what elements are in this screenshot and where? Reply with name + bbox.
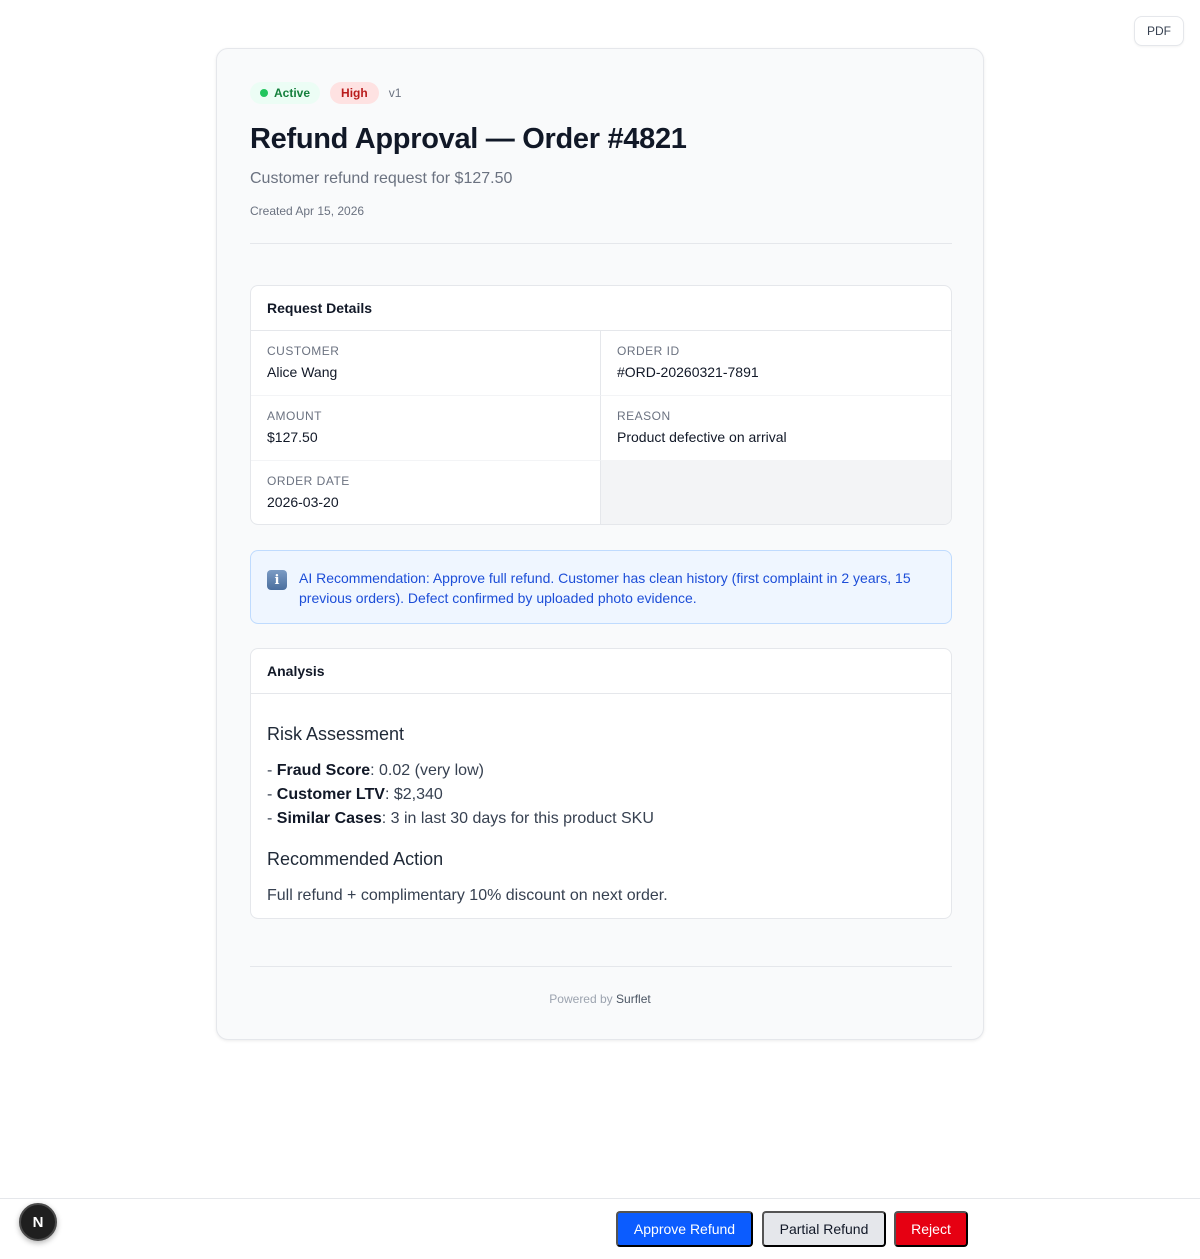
powered-by: Powered by Surflet <box>217 992 983 1006</box>
bullet-prefix: - <box>267 810 277 827</box>
divider <box>250 966 952 967</box>
risk-heading: Risk Assessment <box>267 724 405 744</box>
reject-button[interactable]: Reject <box>894 1211 968 1247</box>
analysis-panel: Analysis Risk Assessment - Fraud Score: … <box>250 648 952 919</box>
field-order-date: Order Date 2026-03-20 <box>251 461 601 524</box>
priority-badge: High <box>330 82 379 104</box>
field-label: Order ID <box>617 344 680 358</box>
section-heading: Analysis <box>251 649 951 694</box>
bullet-prefix: - <box>267 786 277 803</box>
risk-item: - Fraud Score: 0.02 (very low) <box>267 759 935 783</box>
action-bar <box>0 1198 1200 1259</box>
field-label: Customer <box>267 344 340 358</box>
partial-refund-button[interactable]: Partial Refund <box>762 1211 886 1247</box>
bullet-prefix: - <box>267 762 277 779</box>
info-icon: i <box>267 570 287 590</box>
risk-item: - Customer LTV: $2,340 <box>267 783 935 807</box>
field-value: 2026-03-20 <box>267 494 339 510</box>
analysis-body: Risk Assessment - Fraud Score: 0.02 (ver… <box>251 694 951 908</box>
field-value: Alice Wang <box>267 364 338 380</box>
field-label: Amount <box>267 409 322 423</box>
details-grid: Customer Alice Wang Order ID #ORD-202603… <box>251 331 951 524</box>
risk-value: : 0.02 (very low) <box>370 762 484 779</box>
risk-key: Fraud Score <box>276 762 371 779</box>
ai-recommendation-callout: i AI Recommendation: Approve full refund… <box>250 550 952 624</box>
field-order-id: Order ID #ORD-20260321-7891 <box>601 331 951 396</box>
field-value: #ORD-20260321-7891 <box>617 364 759 380</box>
action-text: Full refund + complimentary 10% discount… <box>267 887 668 904</box>
pdf-button[interactable]: PDF <box>1134 16 1184 46</box>
divider <box>250 243 952 244</box>
risk-key: Customer LTV <box>276 786 385 803</box>
field-value: $127.50 <box>267 429 318 445</box>
version-label: v1 <box>388 86 402 100</box>
action-heading: Recommended Action <box>267 849 444 869</box>
status-label: Active <box>274 86 311 100</box>
risk-value: : $2,340 <box>384 786 443 803</box>
powered-by-label: Powered by <box>549 992 613 1006</box>
status-badge: Active <box>250 82 321 104</box>
field-customer: Customer Alice Wang <box>251 331 601 396</box>
section-heading: Request Details <box>251 286 951 331</box>
dev-tools-badge[interactable]: N <box>19 1203 57 1241</box>
page-title: Refund Approval — Order #4821 <box>250 123 687 155</box>
risk-key: Similar Cases <box>276 810 382 827</box>
field-label: Reason <box>617 409 671 423</box>
approval-card: Active High v1 Refund Approval — Order #… <box>216 48 984 1040</box>
ai-recommendation-text: AI Recommendation: Approve full refund. … <box>299 570 911 606</box>
field-reason: Reason Product defective on arrival <box>601 396 951 461</box>
empty-cell <box>601 461 951 524</box>
field-amount: Amount $127.50 <box>251 396 601 461</box>
page-subtitle: Customer refund request for $127.50 <box>250 170 513 187</box>
status-dot-icon <box>260 89 268 97</box>
status-badges: Active High v1 <box>250 82 401 104</box>
field-value: Product defective on arrival <box>617 429 787 445</box>
brand-name: Surflet <box>616 992 651 1006</box>
approve-refund-button[interactable]: Approve Refund <box>616 1211 753 1247</box>
request-details-panel: Request Details Customer Alice Wang Orde… <box>250 285 952 525</box>
risk-item: - Similar Cases: 3 in last 30 days for t… <box>267 807 935 831</box>
field-label: Order Date <box>267 474 350 488</box>
created-date: Created Apr 15, 2026 <box>250 204 365 218</box>
risk-value: : 3 in last 30 days for this product SKU <box>381 810 654 827</box>
